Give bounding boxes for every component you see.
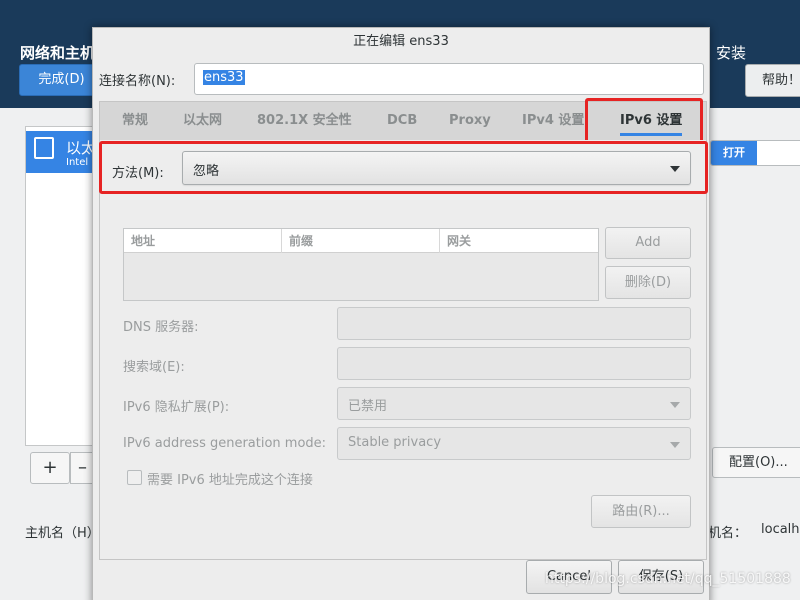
- configure-button[interactable]: 配置(O)...: [712, 447, 800, 478]
- add-connection-button[interactable]: +: [30, 452, 70, 484]
- tab-8021x-security[interactable]: 802.1X 安全性: [257, 102, 352, 140]
- dropdown-arrow-icon: [670, 402, 680, 408]
- ipv6-privacy-dropdown[interactable]: 已禁用: [337, 387, 691, 420]
- connection-list: 以太 Intel: [25, 126, 96, 446]
- ipv6-privacy-value: 已禁用: [348, 399, 388, 414]
- require-ipv6-label: 需要 IPv6 地址完成这个连接: [147, 473, 313, 488]
- dns-servers-input[interactable]: [337, 307, 691, 340]
- save-button[interactable]: 保存(S): [618, 560, 704, 594]
- method-label: 方法(M):: [112, 166, 164, 181]
- tab-general[interactable]: 常规: [122, 102, 148, 140]
- tab-ipv4-settings[interactable]: IPv4 设置: [522, 102, 584, 140]
- address-generation-label: IPv6 address generation mode:: [123, 436, 327, 451]
- tab-dcb[interactable]: DCB: [387, 102, 417, 140]
- address-table-header: 地址 前缀 网关: [124, 229, 598, 253]
- connection-name-value: ens33: [203, 70, 245, 85]
- search-domains-input[interactable]: [337, 347, 691, 380]
- ethernet-icon: [34, 137, 54, 159]
- connection-item-sub: Intel: [66, 157, 89, 168]
- connection-name-label: 连接名称(N):: [99, 74, 176, 89]
- tab-proxy[interactable]: Proxy: [449, 102, 491, 140]
- install-title: 安装: [716, 44, 747, 62]
- toggle-on-label: 打开: [711, 141, 757, 165]
- dropdown-arrow-icon: [670, 166, 680, 172]
- connection-name-input[interactable]: ens33: [194, 63, 704, 95]
- edit-connection-dialog: 正在编辑 ens33 连接名称(N): ens33 常规 以太网 802.1X …: [92, 27, 710, 600]
- column-prefix: 前缀: [282, 229, 440, 253]
- address-generation-dropdown[interactable]: Stable privacy: [337, 427, 691, 460]
- current-hostname-label: 机名：: [708, 526, 748, 541]
- add-address-button[interactable]: Add: [605, 227, 691, 259]
- dialog-title: 正在编辑 ens33: [353, 34, 449, 49]
- connection-list-item[interactable]: 以太 Intel: [26, 131, 96, 173]
- tab-ipv6-settings[interactable]: IPv6 设置: [620, 102, 683, 140]
- address-table[interactable]: 地址 前缀 网关: [123, 228, 599, 301]
- hostname-label: 主机名（H）: [25, 526, 100, 541]
- routes-button[interactable]: 路由(R)...: [591, 495, 691, 528]
- settings-tabs: 常规 以太网 802.1X 安全性 DCB Proxy IPv4 设置 IPv6…: [99, 101, 707, 141]
- method-value: 忽略: [193, 164, 220, 179]
- column-gateway: 网关: [447, 234, 472, 248]
- method-dropdown[interactable]: 忽略: [182, 151, 691, 185]
- search-domains-label: 搜索域(E):: [123, 360, 185, 375]
- tab-ethernet[interactable]: 以太网: [183, 102, 222, 140]
- dropdown-arrow-icon: [670, 442, 680, 448]
- ipv6-privacy-label: IPv6 隐私扩展(P):: [123, 400, 230, 415]
- delete-address-button[interactable]: 删除(D): [605, 266, 691, 299]
- dns-servers-label: DNS 服务器:: [123, 320, 199, 335]
- address-generation-value: Stable privacy: [348, 435, 442, 450]
- help-button[interactable]: 帮助！: [745, 64, 800, 97]
- require-ipv6-checkbox[interactable]: [127, 470, 142, 485]
- connection-toggle[interactable]: 打开: [710, 140, 800, 166]
- current-hostname-value: localho: [761, 522, 800, 537]
- cancel-button[interactable]: Cancel: [526, 560, 612, 594]
- header-title: 网络和主机: [20, 44, 96, 62]
- column-address: 地址: [124, 229, 282, 253]
